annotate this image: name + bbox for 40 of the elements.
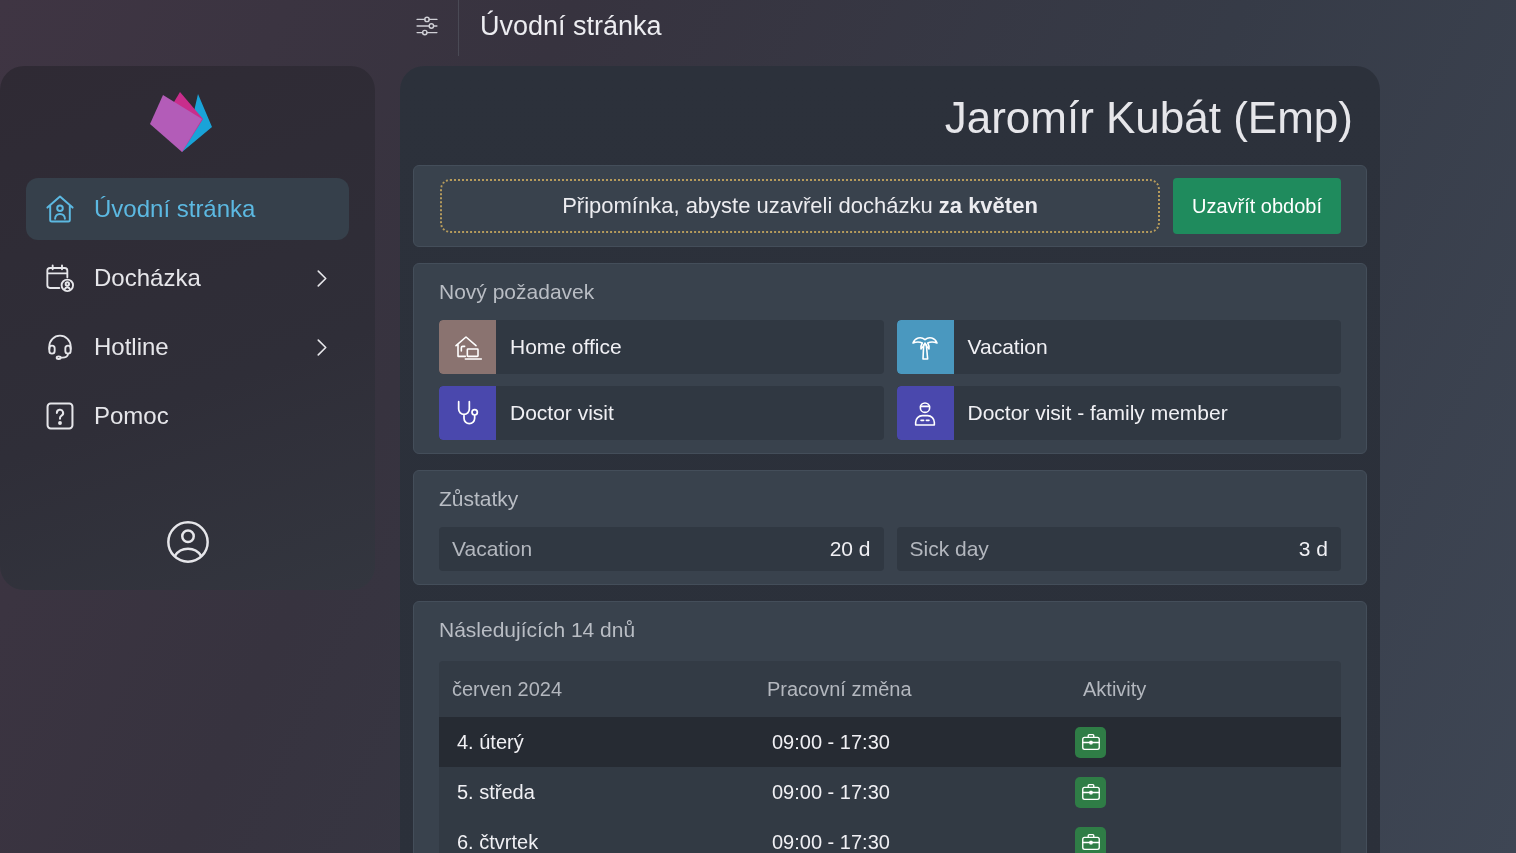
section-title: Nový požadavek (439, 279, 596, 305)
shift-cell-text: 09:00 - 17:30 (771, 730, 891, 754)
balance-value: 3 d (1298, 537, 1328, 561)
help-icon (46, 402, 74, 430)
briefcase-icon (1075, 776, 1106, 808)
nav-item[interactable]: Docházka (26, 247, 349, 309)
calendar-icon (46, 264, 74, 292)
chevron-right-icon (317, 338, 327, 356)
page-title: Úvodní stránka (480, 10, 662, 42)
close-period-button[interactable]: Uzavřít období (1173, 178, 1341, 234)
request-button[interactable]: Vacation (896, 320, 1341, 374)
balance-label: Sick day (909, 537, 989, 561)
section-title: Následujících 14 dnů (439, 617, 637, 643)
request-button[interactable]: Doctor visit - family member (896, 386, 1341, 440)
user-icon[interactable] (166, 521, 209, 563)
request-button[interactable]: Doctor visit (439, 386, 884, 440)
day-cell-text: 4. úterý (456, 730, 525, 754)
column-header: Pracovní změna (766, 677, 913, 701)
user-name: Jaromír Kubát (Emp) (944, 92, 1353, 144)
shift-cell-text: 09:00 - 17:30 (771, 830, 891, 853)
filter-icon[interactable] (416, 16, 438, 36)
logo-icon (150, 92, 212, 152)
headset-icon (46, 333, 74, 361)
reminder-message: Připomínka, abyste uzavřeli docházku za květen (440, 179, 1160, 233)
day-cell-text: 5. středa (456, 780, 536, 804)
chevron-right-icon (317, 269, 327, 287)
day-cell-text: 6. čtvrtek (456, 830, 540, 853)
home-icon (46, 195, 74, 223)
briefcase-icon (1075, 826, 1106, 853)
nav-item[interactable]: Úvodní stránka (26, 178, 349, 240)
column-header: červen 2024 (451, 677, 564, 701)
nav-item[interactable]: Pomoc (26, 385, 349, 447)
shift-cell-text: 09:00 - 17:30 (771, 780, 891, 804)
balance-label: Vacation (452, 537, 533, 561)
briefcase-icon (1075, 726, 1106, 758)
nav-item[interactable]: Hotline (26, 316, 349, 378)
section-title: Zůstatky (439, 486, 520, 512)
request-button[interactable]: Home office (439, 320, 884, 374)
column-header: Aktivity (1082, 677, 1148, 701)
balance-value: 20 d (829, 537, 871, 561)
